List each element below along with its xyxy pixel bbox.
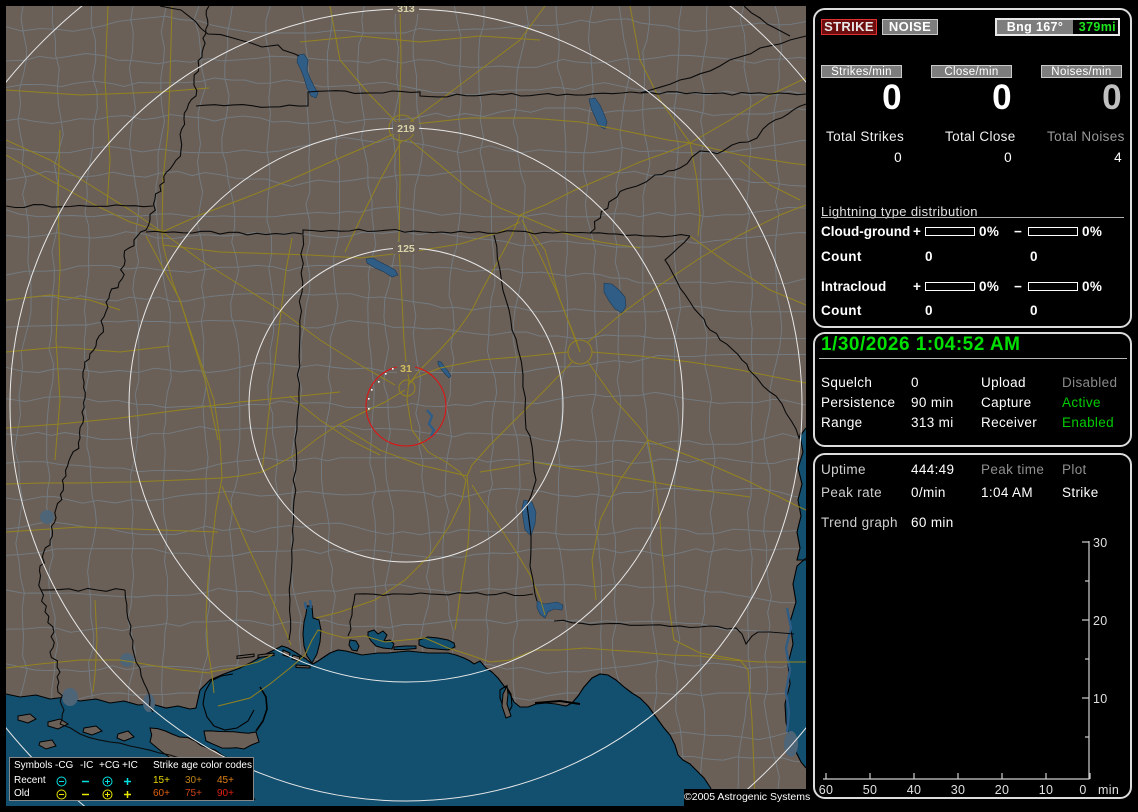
svg-text:31: 31: [400, 363, 412, 375]
svg-text:50: 50: [863, 783, 878, 797]
svg-text:40: 40: [907, 783, 922, 797]
svg-text:min: min: [1098, 783, 1119, 797]
svg-text:313: 313: [397, 6, 415, 15]
svg-text:125: 125: [397, 243, 415, 255]
svg-text:10: 10: [1093, 692, 1108, 706]
svg-text:60: 60: [819, 783, 834, 797]
svg-text:219: 219: [397, 123, 415, 135]
svg-text:10: 10: [1039, 783, 1054, 797]
svg-text:20: 20: [995, 783, 1010, 797]
svg-text:0: 0: [1079, 783, 1086, 797]
svg-text:20: 20: [1093, 614, 1108, 628]
svg-text:30: 30: [951, 783, 966, 797]
svg-text:30: 30: [1093, 536, 1108, 550]
